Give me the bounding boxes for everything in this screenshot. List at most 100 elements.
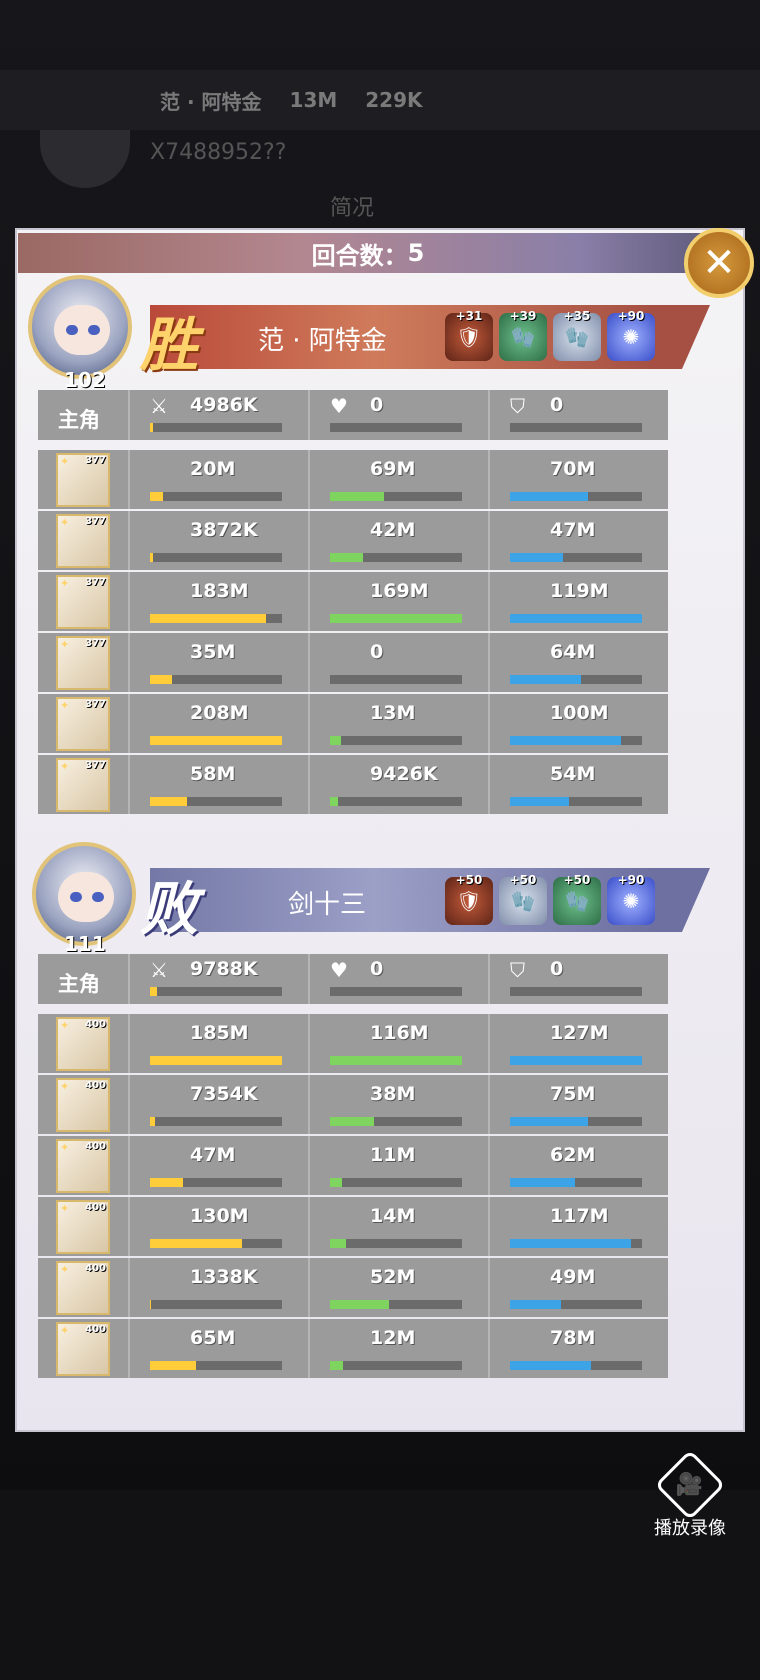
hero-row[interactable]: ✦ 377 20M 69M 70M bbox=[38, 450, 668, 509]
hero-heal-bar-fill bbox=[330, 1056, 462, 1065]
loser-item-1[interactable]: +50 🧤 bbox=[499, 873, 547, 925]
hero-damage-cell: 20M bbox=[128, 450, 308, 509]
hero-level: 400 bbox=[85, 1324, 106, 1335]
hero-portrait[interactable]: ✦ 377 bbox=[56, 636, 110, 690]
hero-shield-value: 127M bbox=[550, 1022, 609, 1044]
winner-equipment: +31 🛡 +39 🧤 +35 🧤 +90 ✺ bbox=[445, 309, 655, 361]
hero-heal-value: 42M bbox=[370, 519, 416, 541]
winner-item-2[interactable]: +35 🧤 bbox=[553, 309, 601, 361]
hero-row[interactable]: ✦ 400 65M 12M 78M bbox=[38, 1319, 668, 1378]
hero-heal-bar bbox=[330, 736, 462, 745]
hero-portrait-cell: ✦ 400 bbox=[38, 1136, 128, 1195]
hero-portrait[interactable]: ✦ 400 bbox=[56, 1322, 110, 1376]
damage-cell: ⚔ 9788K bbox=[128, 954, 308, 1004]
winner-item-1[interactable]: +39 🧤 bbox=[499, 309, 547, 361]
shield-icon: ⛉ bbox=[510, 394, 525, 418]
hero-portrait-cell: ✦ 400 bbox=[38, 1319, 128, 1378]
hero-shield-value: 49M bbox=[550, 1266, 596, 1288]
hero-damage-bar bbox=[150, 1361, 282, 1370]
hero-damage-bar bbox=[150, 797, 282, 806]
hero-damage-bar bbox=[150, 553, 282, 562]
hero-damage-bar-fill bbox=[150, 675, 173, 684]
hero-heal-value: 69M bbox=[370, 458, 416, 480]
hero-shield-cell: 47M bbox=[488, 511, 668, 570]
camera-icon: 🎥 bbox=[654, 1449, 726, 1521]
hero-portrait[interactable]: ✦ 377 bbox=[56, 514, 110, 568]
heart-icon: ♥ bbox=[330, 394, 348, 418]
loser-item-2[interactable]: +50 🧤 bbox=[553, 873, 601, 925]
hero-damage-bar bbox=[150, 1239, 282, 1248]
hero-portrait[interactable]: ✦ 400 bbox=[56, 1200, 110, 1254]
loser-item-0[interactable]: +50 🛡 bbox=[445, 873, 493, 925]
background-stat-1: 13M bbox=[289, 88, 338, 112]
background-id: X7488952?? bbox=[150, 140, 287, 165]
hero-portrait[interactable]: ✦ 377 bbox=[56, 697, 110, 751]
hero-damage-value: 20M bbox=[190, 458, 236, 480]
hero-damage-value: 1338K bbox=[190, 1266, 258, 1288]
hero-level: 377 bbox=[85, 760, 106, 771]
hero-damage-bar-fill bbox=[150, 553, 153, 562]
hero-row[interactable]: ✦ 377 208M 13M 100M bbox=[38, 694, 668, 753]
hero-row[interactable]: ✦ 377 183M 169M 119M bbox=[38, 572, 668, 631]
hero-damage-bar bbox=[150, 614, 282, 623]
item-plus: +50 bbox=[563, 873, 591, 887]
hero-damage-cell: 58M bbox=[128, 755, 308, 814]
hero-shield-value: 64M bbox=[550, 641, 596, 663]
hero-heal-value: 13M bbox=[370, 702, 416, 724]
hero-row[interactable]: ✦ 400 47M 11M 62M bbox=[38, 1136, 668, 1195]
loser-avatar[interactable] bbox=[32, 842, 136, 946]
hero-shield-cell: 49M bbox=[488, 1258, 668, 1317]
hero-shield-bar-fill bbox=[510, 736, 621, 745]
hero-shield-cell: 54M bbox=[488, 755, 668, 814]
item-plus: +39 bbox=[509, 309, 537, 323]
hero-portrait[interactable]: ✦ 400 bbox=[56, 1078, 110, 1132]
hero-heal-cell: 12M bbox=[308, 1319, 488, 1378]
hero-heal-cell: 9426K bbox=[308, 755, 488, 814]
hero-level: 400 bbox=[85, 1141, 106, 1152]
winner-item-0[interactable]: +31 🛡 bbox=[445, 309, 493, 361]
hero-heal-bar-fill bbox=[330, 1239, 346, 1248]
round-header: 回合数： 5 bbox=[18, 233, 718, 273]
hero-portrait-cell: ✦ 400 bbox=[38, 1197, 128, 1256]
hero-portrait[interactable]: ✦ 400 bbox=[56, 1017, 110, 1071]
hero-row[interactable]: ✦ 400 1338K 52M 49M bbox=[38, 1258, 668, 1317]
hero-row[interactable]: ✦ 400 185M 116M 127M bbox=[38, 1014, 668, 1073]
hero-shield-cell: 70M bbox=[488, 450, 668, 509]
main-label: 主角 bbox=[58, 972, 100, 996]
hero-portrait[interactable]: ✦ 377 bbox=[56, 758, 110, 812]
damage-bar-fill bbox=[150, 423, 153, 432]
winner-avatar[interactable] bbox=[28, 275, 132, 379]
loser-level: 111 bbox=[64, 932, 106, 956]
shield-value: 0 bbox=[550, 394, 564, 416]
main-label-cell: 主角 bbox=[38, 954, 128, 1004]
damage-cell: ⚔ 4986K bbox=[128, 390, 308, 440]
hero-shield-cell: 64M bbox=[488, 633, 668, 692]
hero-shield-bar bbox=[510, 736, 642, 745]
hero-heal-value: 0 bbox=[370, 641, 384, 663]
hero-row[interactable]: ✦ 377 35M 0 64M bbox=[38, 633, 668, 692]
hero-portrait[interactable]: ✦ 377 bbox=[56, 575, 110, 629]
winner-item-3[interactable]: +90 ✺ bbox=[607, 309, 655, 361]
close-button[interactable]: ✕ bbox=[684, 228, 754, 298]
spiral-icon: ✺ bbox=[622, 889, 640, 913]
hero-level: 377 bbox=[85, 455, 106, 466]
replay-button[interactable]: 🎥 播放录像 bbox=[650, 1449, 730, 1540]
hero-shield-bar-fill bbox=[510, 492, 588, 501]
hero-damage-cell: 183M bbox=[128, 572, 308, 631]
hero-row[interactable]: ✦ 400 7354K 38M 75M bbox=[38, 1075, 668, 1134]
hero-damage-value: 58M bbox=[190, 763, 236, 785]
hero-portrait[interactable]: ✦ 400 bbox=[56, 1139, 110, 1193]
hero-damage-cell: 47M bbox=[128, 1136, 308, 1195]
hero-heal-cell: 52M bbox=[308, 1258, 488, 1317]
damage-value: 4986K bbox=[190, 394, 258, 416]
winner-result: 胜 bbox=[140, 311, 199, 379]
hero-row[interactable]: ✦ 377 3872K 42M 47M bbox=[38, 511, 668, 570]
hero-shield-bar bbox=[510, 1239, 642, 1248]
loser-item-3[interactable]: +90 ✺ bbox=[607, 873, 655, 925]
hero-shield-bar bbox=[510, 1056, 642, 1065]
hero-row[interactable]: ✦ 377 58M 9426K 54M bbox=[38, 755, 668, 814]
hero-portrait[interactable]: ✦ 377 bbox=[56, 453, 110, 507]
hero-portrait[interactable]: ✦ 400 bbox=[56, 1261, 110, 1315]
close-icon: ✕ bbox=[702, 240, 736, 286]
hero-row[interactable]: ✦ 400 130M 14M 117M bbox=[38, 1197, 668, 1256]
